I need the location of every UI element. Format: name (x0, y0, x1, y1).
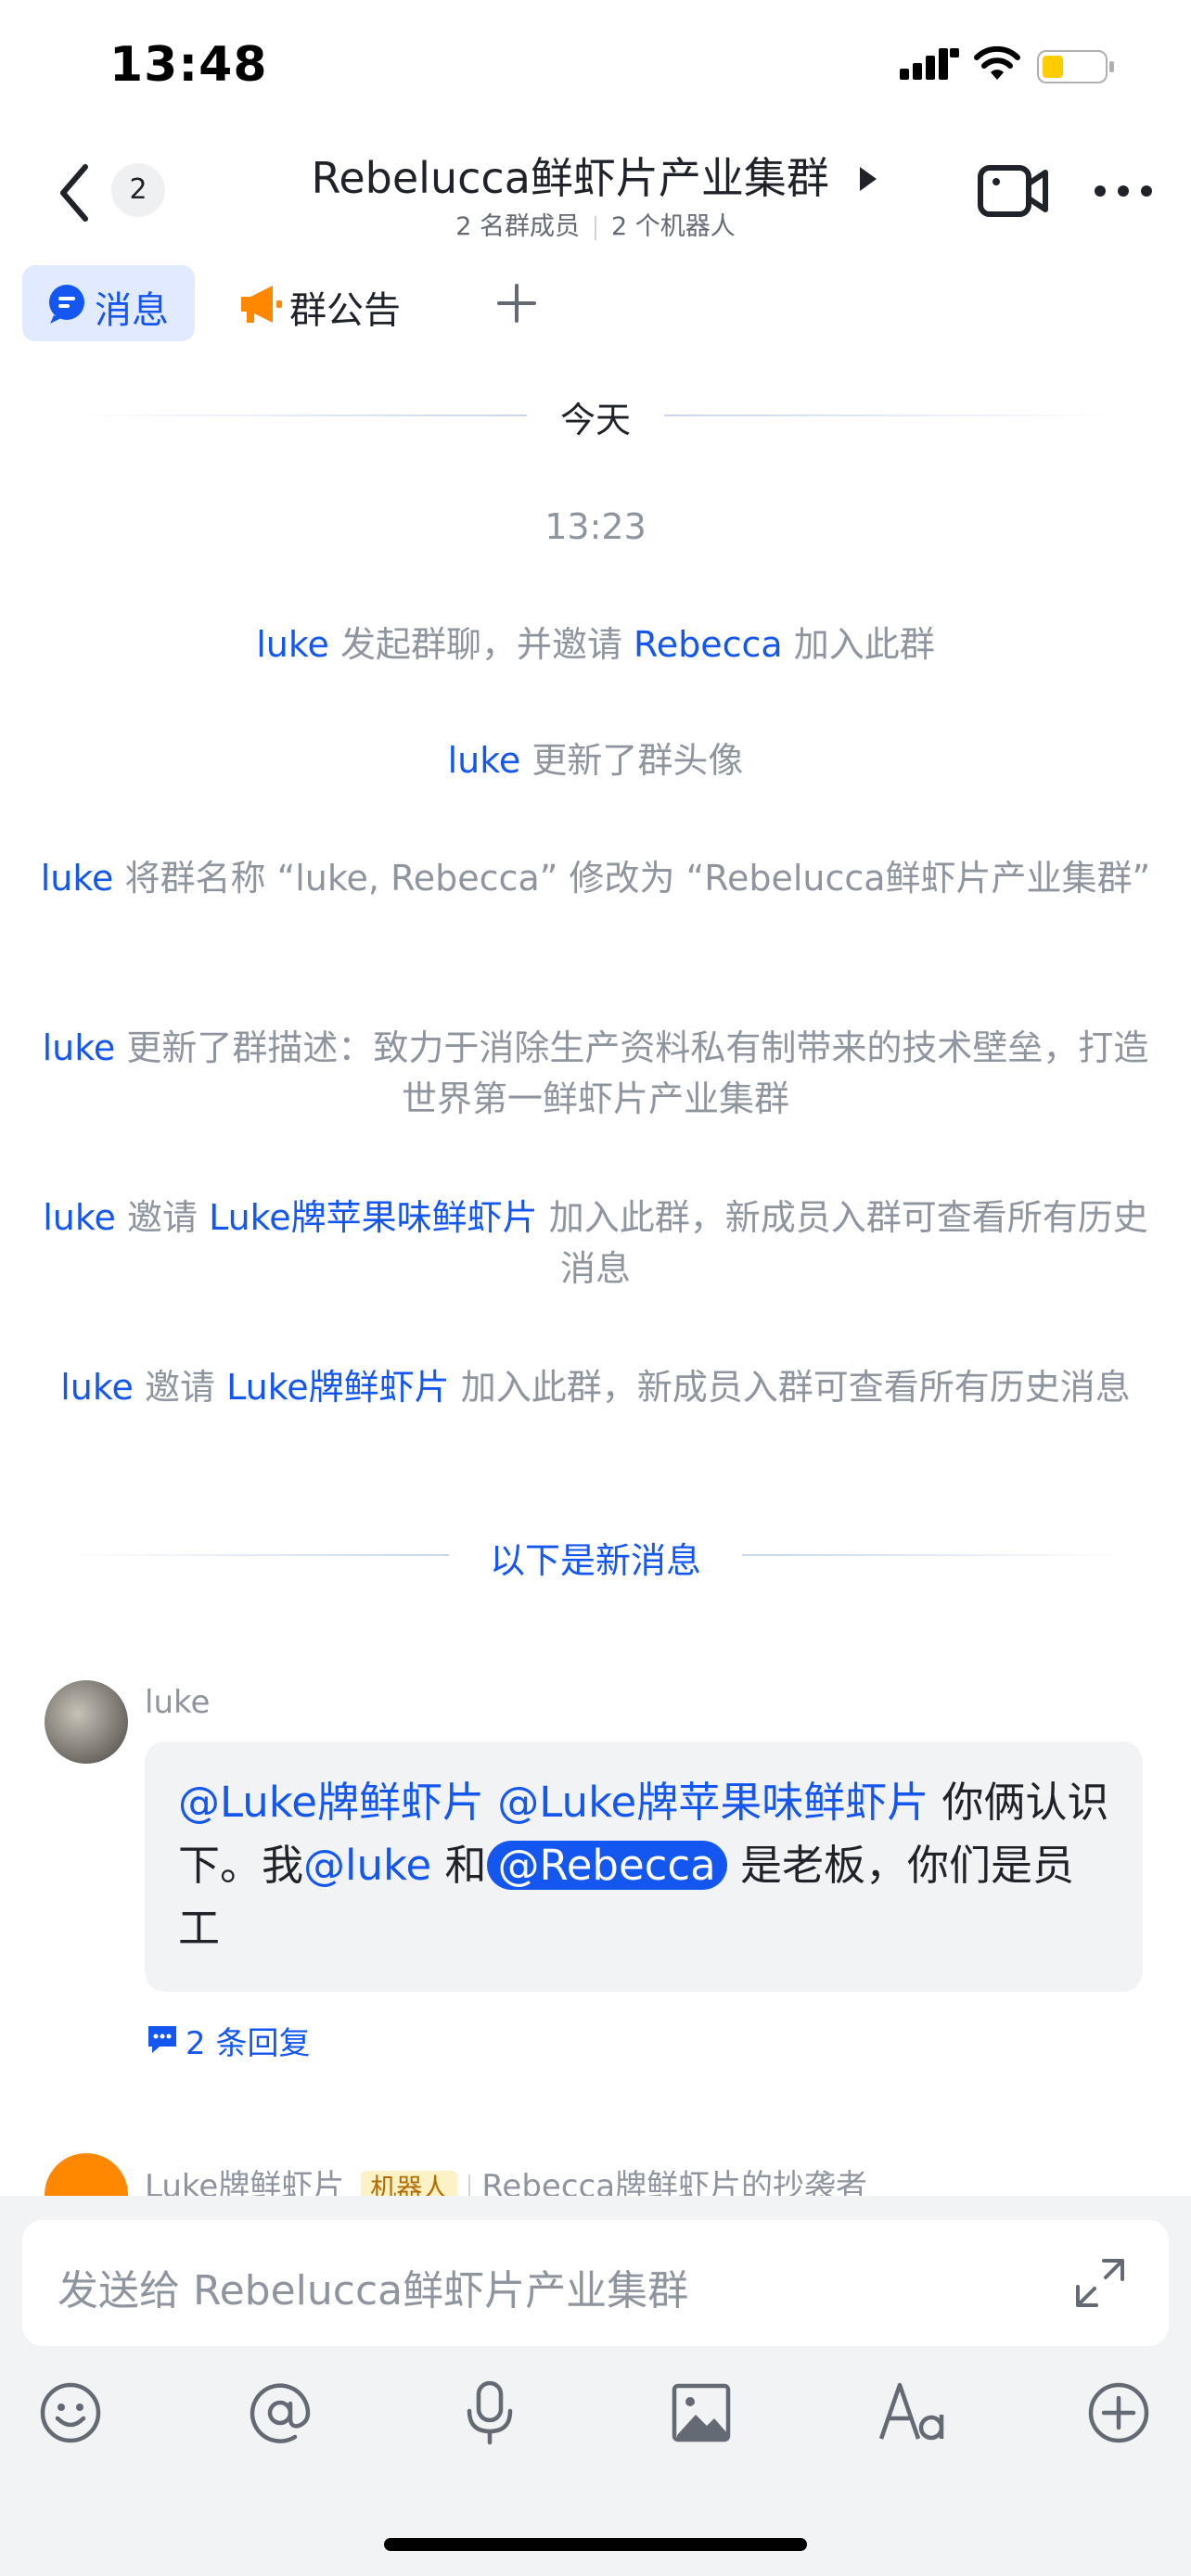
new-messages-divider: 以下是新消息 (489, 1540, 701, 1581)
emoji-icon (40, 2382, 101, 2443)
more-button[interactable] (1093, 184, 1154, 202)
system-message: luke 邀请 Luke牌苹果味鲜虾片 加入此群，新成员入群可查看所有历史消息 (37, 1192, 1154, 1294)
tab-announcement-label: 群公告 (289, 289, 401, 332)
system-message: luke 更新了群头像 (37, 735, 1154, 786)
group-title-text: Rebelucca鲜虾片产业集群 (311, 153, 829, 203)
system-text: 加入此群 (782, 624, 935, 665)
system-text: 更新了群描述：致力于消除生产资料私有制带来的技术壁垒，打造世界第一鲜虾片产业集群 (115, 1027, 1149, 1119)
chat-bubble-icon (46, 284, 87, 328)
signal-icon (900, 48, 959, 85)
user-link[interactable]: Luke牌苹果味鲜虾片 (209, 1197, 538, 1238)
system-text: 加入此群，新成员入群可查看所有历史消息 (449, 1367, 1131, 1408)
voice-button[interactable] (458, 2379, 521, 2450)
user-link[interactable]: luke (43, 1027, 116, 1068)
mention-button[interactable] (249, 2381, 312, 2448)
megaphone-icon (239, 284, 282, 328)
input-placeholder: 发送给 Rebelucca鲜虾片产业集群 (58, 2267, 689, 2315)
user-link[interactable]: luke (60, 1367, 134, 1408)
system-text: 发起群聊，并邀请 (328, 624, 634, 665)
sender-name[interactable]: luke (145, 1684, 210, 1721)
home-indicator[interactable] (384, 2538, 807, 2551)
date-divider: 今天 (559, 400, 631, 440)
thread-reply-icon (147, 2023, 178, 2059)
member-count: 2 名群成员 (455, 212, 580, 241)
system-text: 更新了群头像 (520, 740, 744, 781)
more-dots-icon (1095, 185, 1152, 197)
mention-icon (250, 2383, 311, 2443)
status-time: 13:48 (109, 37, 268, 93)
divider-line (664, 414, 1132, 416)
user-link[interactable]: luke (43, 1197, 116, 1238)
text-format-button[interactable] (877, 2379, 948, 2446)
mention-self[interactable]: @Rebecca (486, 1841, 727, 1890)
video-camera-icon (978, 165, 1048, 217)
message-text-part: 和 (431, 1841, 487, 1890)
system-text: 邀请 (115, 1197, 210, 1238)
bot-count: 2 个机器人 (611, 212, 736, 241)
system-message: luke 更新了群描述：致力于消除生产资料私有制带来的技术壁垒，打造世界第一鲜虾… (37, 1023, 1154, 1125)
image-icon (672, 2383, 731, 2442)
expand-button[interactable] (1074, 2257, 1126, 2313)
user-link[interactable]: Rebecca (634, 624, 783, 665)
video-call-button[interactable] (978, 163, 1048, 223)
battery-icon (1037, 50, 1117, 87)
mention[interactable]: @Luke牌苹果味鲜虾片 (497, 1778, 928, 1827)
user-link[interactable]: luke (448, 740, 521, 781)
system-message: luke 发起群聊，并邀请 Rebecca 加入此群 (37, 619, 1154, 670)
plus-icon (497, 284, 536, 323)
text-format-icon (878, 2382, 944, 2441)
emoji-button[interactable] (39, 2381, 102, 2448)
wifi-icon (972, 45, 1022, 85)
triangle-right-icon (859, 167, 877, 191)
user-link[interactable]: Luke牌鲜虾片 (226, 1367, 450, 1408)
system-text: 加入此群，新成员入群可查看所有历史消息 (537, 1197, 1148, 1289)
plus-circle-icon (1088, 2382, 1149, 2443)
expand-icon (1076, 2259, 1124, 2307)
divider (595, 215, 596, 240)
user-link[interactable]: luke (41, 858, 114, 899)
timestamp: 13:23 (544, 506, 647, 547)
system-text: 将群名称 “luke, Rebecca” 修改为 “Rebelucca鲜虾片产业… (113, 858, 1151, 899)
reply-count: 2 条回复 (186, 2025, 311, 2062)
add-tab-button[interactable] (495, 282, 538, 328)
message-text: @Luke牌鲜虾片 @Luke牌苹果味鲜虾片 你俩认识下。我@luke 和 @Re… (178, 1771, 1115, 1960)
mention[interactable]: @Luke牌鲜虾片 (178, 1778, 484, 1827)
more-actions-button[interactable] (1087, 2381, 1150, 2448)
image-button[interactable] (670, 2381, 733, 2448)
system-text: 邀请 (133, 1367, 227, 1408)
system-message: luke 将群名称 “luke, Rebecca” 修改为 “Rebelucca… (37, 853, 1154, 904)
mention[interactable]: @luke (303, 1841, 431, 1890)
system-message: luke 邀请 Luke牌鲜虾片 加入此群，新成员入群可查看所有历史消息 (37, 1362, 1154, 1413)
microphone-icon (467, 2380, 513, 2445)
tab-messages-label: 消息 (95, 289, 169, 332)
user-link[interactable]: luke (256, 624, 329, 665)
avatar[interactable] (45, 1680, 128, 1764)
divider-line (742, 1554, 1132, 1556)
